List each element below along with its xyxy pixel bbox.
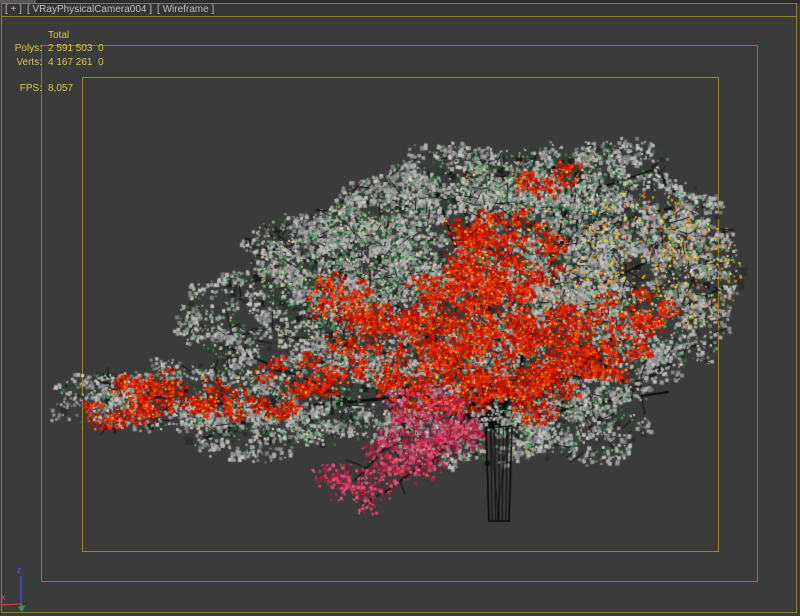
axis-x-line — [0, 604, 21, 605]
statistics-overlay: Total Polys: 2 591 503 0 Verts: 4 167 26… — [0, 0, 11, 60]
stats-polys-value: 2 591 503 0 — [48, 44, 104, 54]
stats-polys-row: Polys: 2 591 503 0 — [8, 44, 104, 54]
stats-polys-label: Polys: — [8, 44, 42, 54]
stats-fps-value: 8,057 — [48, 84, 73, 94]
viewport-3d-scene-tree-wireframe[interactable] — [0, 0, 800, 616]
axis-z-label: z — [17, 565, 22, 575]
axis-x-label: x — [1, 592, 6, 602]
axis-y-arrowhead — [18, 606, 26, 613]
stats-verts-value: 4 167 261 0 — [48, 58, 104, 68]
stats-verts-row: Verts: 4 167 261 0 — [8, 58, 104, 68]
viewport-label-bar: [ + ] [ VRayPhysicalCamera004 ] [ Wirefr… — [1, 3, 797, 17]
viewport-shading-menu-button[interactable]: [ Wireframe ] — [157, 5, 214, 15]
viewport-pov-camera-menu-button[interactable]: [ VRayPhysicalCamera004 ] — [27, 5, 152, 15]
3dsmax-viewport-window: [ + ] [ VRayPhysicalCamera004 ] [ Wirefr… — [0, 0, 800, 616]
stats-verts-label: Verts: — [8, 58, 42, 68]
stats-fps-label: FPS: — [8, 84, 42, 94]
stats-total-header: Total — [48, 31, 69, 41]
stats-fps-row: FPS: 8,057 — [8, 84, 73, 94]
world-axis-tripod: z x — [0, 560, 40, 614]
